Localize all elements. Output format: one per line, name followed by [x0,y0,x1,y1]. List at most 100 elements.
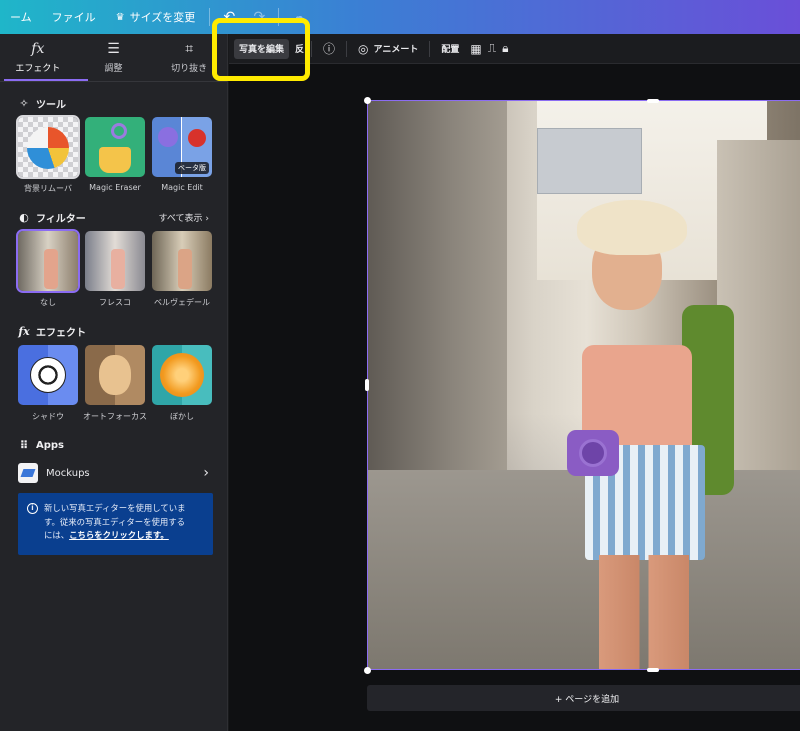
ring-icon [111,123,127,139]
transparency-button[interactable]: ▦ [467,34,484,63]
mockups-icon [18,463,38,483]
divider [429,40,431,57]
magic-eraser-thumbnail [85,117,145,177]
filter-none[interactable]: なし [16,229,80,308]
resize-handle-top-left[interactable] [364,97,371,104]
resize-handle-left[interactable] [365,379,369,391]
resize-handle-bottom[interactable] [647,668,659,672]
filter-icon: ◐ [19,210,29,224]
mockups-app-row[interactable]: Mockups › [0,462,227,484]
animate-icon: ◎ [358,41,369,56]
effects-header: fx エフェクト [0,322,227,340]
tool-magic-edit[interactable]: ベータ版 Magic Edit [152,117,212,194]
file-label: ファイル [51,11,96,24]
filter-fresco[interactable]: フレスコ [85,231,145,308]
position-label: 配置 [441,45,460,55]
figure-shape [44,249,58,289]
transparency-icon: ▦ [470,41,482,56]
figure-shape [178,249,192,289]
copy-style-button[interactable]: ⎍ [485,34,499,63]
filter-belvedere-thumbnail [152,231,212,291]
tools-list: 背景リムーバ Magic Eraser ベータ版 Magic Edit [0,115,227,194]
chevron-right-icon: › [203,465,209,481]
tool-bg-remover[interactable]: 背景リムーバ [16,115,80,194]
paint-roller-icon: ⎍ [487,41,497,55]
filter-label: なし [40,298,56,307]
filter-belvedere[interactable]: ベルヴェデール [152,231,212,308]
filter-label: フレスコ [99,298,131,307]
see-all-label: すべて表示 [158,213,203,224]
top-bar: ーム ファイル ♛ サイズを変更 ↶ ↷ ☁ [0,0,800,34]
canvas-area: 写真を編集 反 ⓘ ◎ アニメート 配置 ▦ ⎍ 🔒︎ + ページを追加 [212,18,800,731]
fx-icon: fx [31,41,45,57]
tab-adjust[interactable]: ☰ 調整 [76,34,152,81]
effect-label: シャドウ [32,412,64,421]
photo-woman-legs [599,555,689,670]
bg-remover-thumbnail [16,115,80,179]
tab-effects[interactable]: fx エフェクト [0,34,76,81]
figure-shape [111,249,125,289]
sparkle-icon: ✧ [19,96,29,110]
edit-photo-panel: fx エフェクト ☰ 調整 ⌗ 切り抜き ✧ツール 背景リムーバ Magic [0,34,228,731]
photo-cobblestone-street [367,470,800,670]
home-label: ーム [10,11,32,24]
apps-title: Apps [36,439,65,451]
notice-line-2: す。従来の写真エディターを使用する [44,516,185,527]
divider [311,40,313,57]
photo-left-buildings [367,100,507,520]
fries-icon [99,147,131,173]
effect-blur-thumbnail [152,345,212,405]
position-button[interactable]: 配置 [433,34,467,63]
effect-shadow[interactable]: シャドウ [18,345,78,422]
tab-effects-label: エフェクト [15,64,61,74]
mockups-label: Mockups [46,467,90,479]
lock-button[interactable]: 🔒︎ [499,34,511,63]
effect-autofocus[interactable]: オートフォーカス [83,345,147,422]
photo-straw-hat [577,200,687,255]
effect-blur[interactable]: ぼかし [152,345,212,422]
photo-shop-sign [537,128,642,194]
file-menu[interactable]: ファイル [42,0,106,34]
divider [346,40,348,57]
tab-crop-label: 切り抜き [171,64,208,74]
divider [209,8,211,26]
resize-handle-top[interactable] [647,99,659,103]
chevron-right-icon: › [205,213,209,224]
filter-label: ベルヴェデール [154,298,210,307]
see-all-filters-link[interactable]: すべて表示 › [159,211,210,224]
orange-slice-icon [160,353,204,397]
filter-fresco-thumbnail [85,231,145,291]
edit-photo-highlight-annotation [212,18,310,81]
flower-purple-icon [158,127,178,147]
lock-icon: 🔒︎ [502,41,509,55]
tool-magic-eraser[interactable]: Magic Eraser [85,117,145,194]
resize-label: サイズを変更 [129,11,196,24]
tool-label: Magic Eraser [89,183,141,192]
tools-title: ツール [36,99,66,111]
legacy-editor-link[interactable]: こちらをクリックします。 [69,530,169,540]
selected-photo[interactable] [367,100,800,670]
effect-label: ぼかし [170,412,194,421]
animate-button[interactable]: ◎ アニメート [350,34,426,63]
notice-line-3: には、 [44,530,70,540]
resize-handle-bottom-left[interactable] [364,667,371,674]
beta-badge: ベータ版 [175,162,209,174]
effect-autofocus-thumbnail [85,345,145,405]
info-button[interactable]: ⓘ [315,34,343,63]
photo-purple-camera [567,430,619,476]
resize-button[interactable]: ♛ サイズを変更 [106,0,206,34]
tool-label: Magic Edit [161,183,203,192]
effects-list: シャドウ オートフォーカス ぼかし [0,345,227,422]
dog-shape [99,355,131,395]
tool-label: 背景リムーバ [24,184,72,193]
effects-title: エフェクト [36,327,86,339]
tools-header: ✧ ツール [0,94,227,112]
effect-shadow-thumbnail [18,345,78,405]
apps-header: ⠿ Apps [0,436,227,454]
sliders-icon: ☰ [107,41,120,57]
crop-icon: ⌗ [185,41,194,57]
add-page-button[interactable]: + ページを追加 [367,685,800,711]
home-menu[interactable]: ーム [0,0,42,34]
notice-line-1: 新しい写真エディターを使用していま [44,503,186,513]
filters-header: ◐ フィルター すべて表示 › [0,208,227,226]
